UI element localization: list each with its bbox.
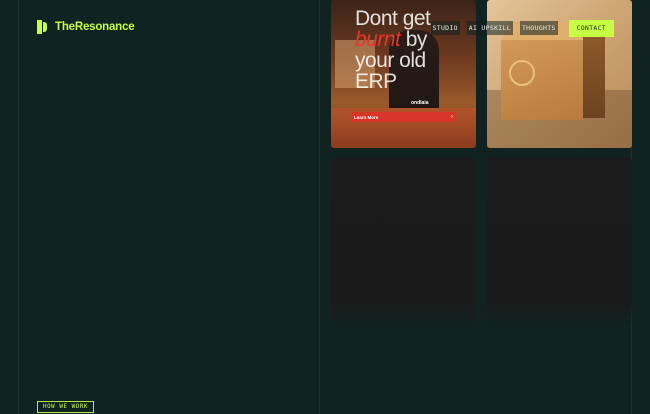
top-nav: STUDIO AI UPSKILL THOUGHTS CONTACT <box>430 19 614 37</box>
ad-line-2-accent: burnt <box>355 28 401 51</box>
guide-line-left <box>18 0 19 414</box>
contact-button[interactable]: CONTACT <box>568 19 614 37</box>
brand-logo[interactable]: TheResonance <box>37 17 135 37</box>
arrow-right-icon: › <box>451 114 453 120</box>
ad-line-2-rest: by <box>400 28 428 51</box>
project-card-placeholder-2[interactable] <box>487 158 632 328</box>
ad-cta-bar: Learn More › <box>351 112 456 122</box>
nav-link-ai-upskill[interactable]: AI UPSKILL <box>466 21 513 35</box>
box-logo-icon <box>509 60 535 86</box>
project-card-placeholder-1[interactable] <box>331 158 476 328</box>
box-side <box>583 30 605 118</box>
nav-link-thoughts[interactable]: THOUGHTS <box>519 21 558 35</box>
logo-mark-icon <box>37 20 50 34</box>
ad-line-3: your old <box>355 49 426 72</box>
ad-line-4: ERP <box>355 70 397 93</box>
section-tag-how-we-work: HOW WE WORK <box>37 401 94 413</box>
ad-brand: ondlaia <box>411 100 429 106</box>
brand-name: TheResonance <box>55 21 135 33</box>
nav-link-studio[interactable]: STUDIO <box>430 21 460 35</box>
guide-line-mid <box>319 0 320 414</box>
ad-cta: Learn More <box>354 114 379 120</box>
